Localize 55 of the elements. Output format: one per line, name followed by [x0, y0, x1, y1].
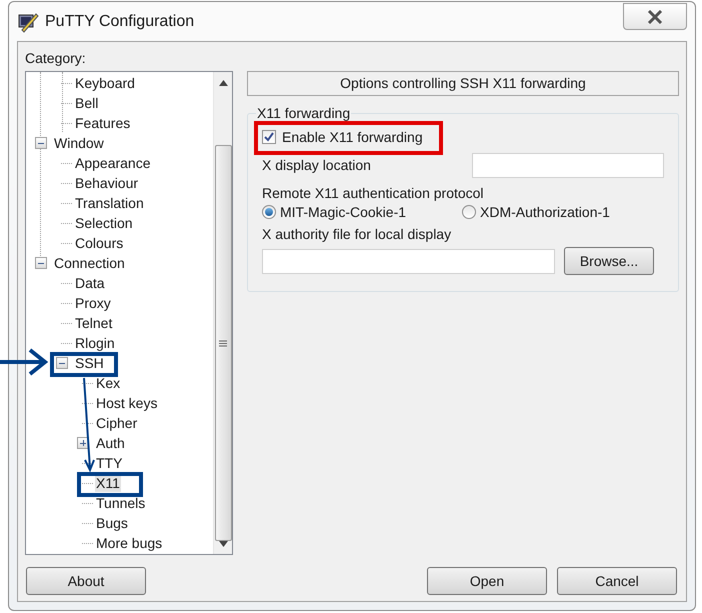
tree-item[interactable]: Cipher [95, 414, 138, 432]
tree-item[interactable]: Colours [74, 234, 124, 252]
browse-button[interactable]: Browse... [564, 247, 654, 275]
tree-item[interactable]: Keyboard [74, 74, 136, 92]
field-label: X authority file for local display [262, 226, 452, 243]
grip-icon [219, 340, 227, 346]
collapse-icon[interactable] [56, 357, 68, 369]
tree-item[interactable]: Appearance [74, 154, 152, 172]
tree-item[interactable]: Selection [74, 214, 134, 232]
tree-item[interactable]: Data [74, 274, 106, 292]
radio-label: MIT-Magic-Cookie-1 [280, 202, 406, 222]
tree-item[interactable]: Telnet [74, 314, 114, 332]
tree-item[interactable]: Host keys [95, 394, 158, 412]
collapse-icon[interactable] [35, 137, 47, 149]
scroll-up-icon[interactable] [218, 80, 228, 86]
tree-item[interactable]: Bugs [95, 514, 129, 532]
input-field[interactable] [472, 152, 664, 178]
close-icon [646, 10, 664, 24]
input-field[interactable] [262, 248, 555, 274]
tree-item[interactable]: Tunnels [95, 494, 146, 512]
tree-item[interactable]: TTY [95, 454, 124, 472]
highlight-frame [50, 352, 118, 377]
open-button[interactable]: Open [427, 567, 547, 595]
close-button[interactable] [623, 3, 687, 30]
category-label: Category: [25, 49, 87, 68]
tree-item[interactable]: Rlogin [74, 334, 116, 352]
tree-item[interactable]: Bell [74, 94, 100, 112]
computer-wrench-icon [17, 10, 39, 32]
radio-button[interactable] [462, 205, 476, 219]
tree-item[interactable]: More bugs [95, 534, 164, 552]
window-title: PuTTY Configuration [45, 12, 194, 32]
collapse-icon[interactable] [35, 257, 47, 269]
scrollbar-thumb[interactable] [214, 144, 232, 542]
tree-item[interactable]: Window [53, 134, 105, 152]
tree-item[interactable]: Auth [95, 434, 126, 452]
cancel-button[interactable]: Cancel [557, 567, 677, 595]
checkbox-label: Enable X11 forwarding [282, 128, 423, 147]
tree-item[interactable]: Connection [53, 254, 126, 272]
tree-item[interactable]: Translation [74, 194, 145, 212]
field-label: Remote X11 authentication protocol [262, 185, 484, 202]
tree-item[interactable]: Proxy [74, 294, 112, 312]
check-icon [264, 132, 274, 142]
about-button[interactable]: About [26, 567, 146, 595]
radio-button[interactable] [262, 205, 276, 219]
tree-item[interactable]: Kex [95, 374, 122, 392]
checkbox[interactable] [262, 130, 276, 144]
tree-item[interactable]: SSH [74, 354, 105, 372]
scrollbar[interactable] [213, 72, 232, 554]
tree-item[interactable]: Behaviour [74, 174, 140, 192]
radio-label: XDM-Authorization-1 [480, 202, 610, 222]
panel-heading: Options controlling SSH X11 forwarding [247, 71, 679, 96]
highlight-frame [77, 472, 143, 497]
field-label: X display location [262, 156, 371, 175]
callout-arrow [0, 348, 48, 376]
tree-item[interactable]: Features [74, 114, 132, 132]
